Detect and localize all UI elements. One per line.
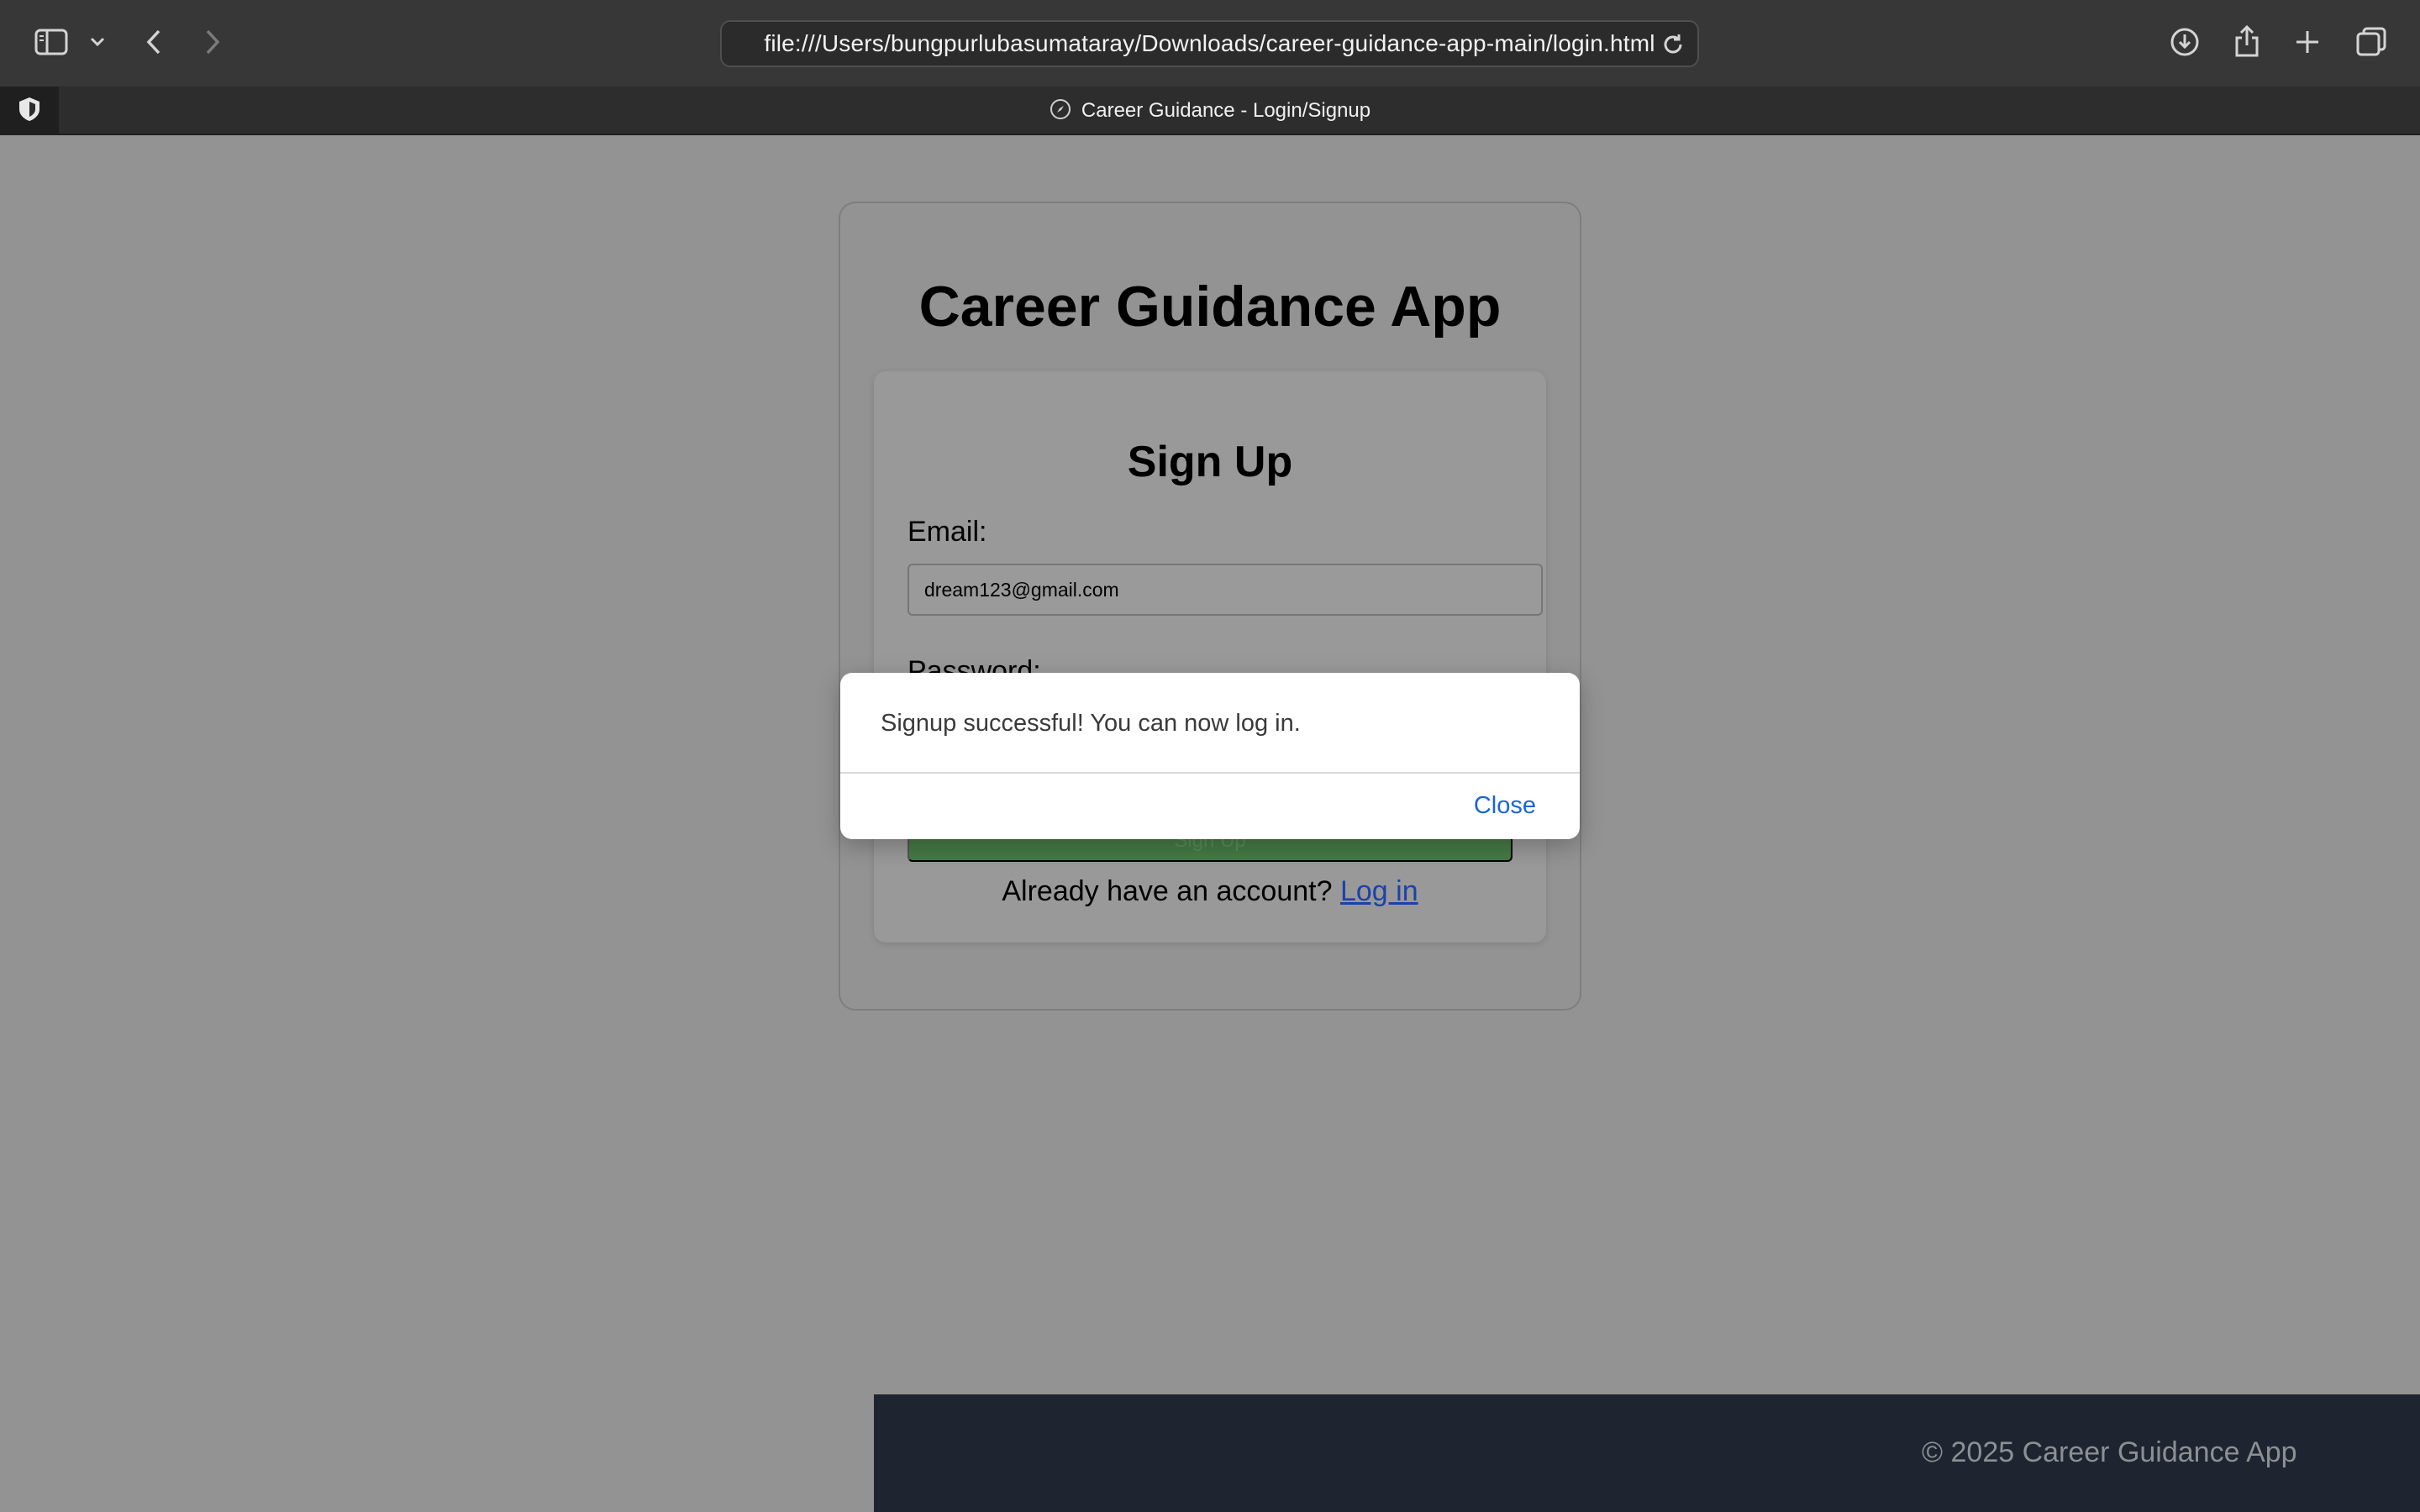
dialog-message: Signup successful! You can now log in.: [881, 710, 1301, 737]
active-tab[interactable]: Career Guidance - Login/Signup: [0, 87, 2420, 135]
chevron-down-icon[interactable]: [87, 32, 108, 52]
login-prompt: Already have an account? Log in: [874, 875, 1546, 908]
app-title: Career Guidance App: [918, 275, 1502, 339]
tab-bar: Career Guidance - Login/Signup: [0, 87, 2420, 135]
footer: © 2025 Career Guidance App: [874, 1394, 2420, 1512]
reload-icon[interactable]: [1660, 32, 1686, 61]
share-icon[interactable]: [2230, 24, 2264, 59]
login-link[interactable]: Log in: [1340, 875, 1418, 907]
compass-icon: [1050, 98, 1071, 124]
tab-title: Career Guidance - Login/Signup: [1081, 99, 1371, 122]
alert-dialog: Signup successful! You can now log in. C…: [840, 673, 1580, 839]
signup-form: Sign Up Email: dream123@gmail.com Passwo…: [874, 371, 1546, 942]
plus-icon[interactable]: [2292, 27, 2323, 57]
address-bar[interactable]: file:///Users/bungpurlubasumataray/Downl…: [720, 20, 1699, 67]
url-text: file:///Users/bungpurlubasumataray/Downl…: [764, 30, 1655, 56]
tabs-overview-icon[interactable]: [2354, 25, 2388, 59]
forward-arrow-icon: [200, 27, 225, 57]
auth-container: Career Guidance App Sign Up Email: dream…: [839, 202, 1581, 1011]
dialog-divider: [840, 772, 1580, 774]
browser-toolbar: file:///Users/bungpurlubasumataray/Downl…: [0, 0, 2420, 87]
email-label: Email:: [908, 516, 987, 548]
back-arrow-icon[interactable]: [141, 27, 166, 57]
close-button[interactable]: Close: [1474, 792, 1536, 820]
login-prompt-text: Already have an account?: [1002, 875, 1333, 907]
footer-copyright: © 2025 Career Guidance App: [1922, 1436, 2297, 1468]
email-field[interactable]: dream123@gmail.com: [908, 564, 1543, 616]
sidebar-icon[interactable]: [34, 27, 69, 57]
download-icon[interactable]: [2168, 25, 2202, 59]
form-title: Sign Up: [1127, 438, 1293, 486]
